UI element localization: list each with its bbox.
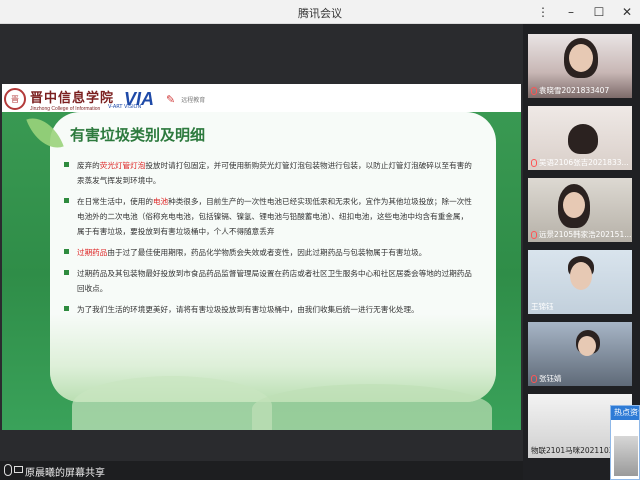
bullet-text-part: 为了我们生活的环境更美好，请将有害垃圾投放到有害垃圾桶中，由我们收集后统一进行无… — [77, 305, 419, 314]
decor-hill — [252, 384, 492, 430]
bullet-highlight: 荧光灯管灯泡 — [99, 161, 146, 170]
bullet-text: 在日常生活中，使用的电池种类很多，目前生产的一次性电池已经实现低汞和无汞化，宜作… — [77, 194, 474, 239]
partner-sub: V-ART VISION — [108, 104, 142, 110]
news-popup[interactable]: 热点资讯 — [610, 405, 640, 480]
mic-muted-icon — [531, 230, 537, 239]
brand-text: 远程教育 — [181, 96, 206, 104]
screen-share-icon — [14, 466, 23, 473]
bullet-text: 为了我们生活的环境更美好，请将有害垃圾投放到有害垃圾桶中，由我们收集后统一进行无… — [77, 302, 419, 317]
participant-video — [578, 336, 596, 356]
title-bar: 腾讯会议 ⋮ – ☐ ✕ — [0, 0, 640, 24]
school-name-en: Jinzhong College of Information — [30, 105, 101, 112]
share-status-bar: 原晨曦的屏幕共享 — [0, 461, 523, 480]
news-popup-image — [614, 436, 638, 476]
participant-name: 袁晓雪2021833407 — [531, 85, 609, 96]
bullet-text: 过期药品由于过了最佳使用期限，药品化学物质会失效或者变性，因此过期药品与包装物属… — [77, 245, 426, 260]
bullet-text-part: 由于过了最佳使用期限，药品化学物质会失效或者变性，因此过期药品与包装物属于有害垃… — [107, 248, 427, 257]
bullet-highlight: 过期药品 — [77, 248, 108, 257]
school-name-cn: 晋中信息学院 — [30, 90, 115, 106]
participant-tile[interactable]: 张钰婧 — [528, 322, 632, 386]
participant-name: 吴语2106张吉2021833... — [531, 157, 629, 168]
brand-mark-icon: ✎ — [166, 92, 176, 106]
participant-name: 张钰婧 — [531, 373, 562, 384]
slide-bullet: 过期药品由于过了最佳使用期限，药品化学物质会失效或者变性，因此过期药品与包装物属… — [64, 245, 474, 260]
meeting-window: 腾讯会议 ⋮ – ☐ ✕ 晋 晋中信息学院 Jinzhong College o… — [0, 0, 640, 480]
participant-video — [569, 44, 593, 72]
bullet-text: 过期药品及其包装物最好投放到市食品药品监督管理局设置在药店或者社区卫生服务中心和… — [77, 266, 474, 296]
school-seal-logo: 晋 — [4, 88, 26, 110]
mic-muted-icon — [531, 86, 537, 95]
participant-tile[interactable]: 远景2105韩家浩202151... — [528, 178, 632, 242]
participant-video — [570, 262, 592, 290]
slide-title: 有害垃圾类别及明细 — [70, 126, 206, 144]
participant-tile[interactable]: 袁晓雪2021833407 — [528, 34, 632, 98]
bullet-text-part: 过期药品及其包装物最好投放到市食品药品监督管理局设置在药店或者社区卫生服务中心和… — [77, 269, 472, 293]
slide-bullet: 过期药品及其包装物最好投放到市食品药品监督管理局设置在药店或者社区卫生服务中心和… — [64, 266, 474, 296]
mic-icon[interactable] — [4, 464, 12, 476]
minimize-icon[interactable]: – — [564, 3, 578, 21]
bullet-square-icon — [64, 198, 69, 203]
bullet-square-icon — [64, 162, 69, 167]
window-controls: ⋮ – ☐ ✕ — [536, 3, 634, 21]
participant-video — [563, 192, 585, 218]
maximize-icon[interactable]: ☐ — [592, 3, 606, 21]
participant-video — [568, 124, 598, 154]
seal-text: 晋 — [11, 94, 19, 104]
slide-bullet: 为了我们生活的环境更美好，请将有害垃圾投放到有害垃圾桶中，由我们收集后统一进行无… — [64, 302, 474, 317]
slide-bullet-list: 废弃的荧光灯管灯泡投放时请打包固定，并可使用新购荧光灯管灯泡包装物进行包装，以防… — [64, 158, 474, 323]
screen-share-area: 晋 晋中信息学院 Jinzhong College of Information… — [0, 24, 523, 461]
slide-bullet: 废弃的荧光灯管灯泡投放时请打包固定，并可使用新购荧光灯管灯泡包装物进行包装，以防… — [64, 158, 474, 188]
decor-hill — [72, 376, 272, 430]
participant-name: 远景2105韩家浩202151... — [531, 229, 631, 240]
bullet-square-icon — [64, 270, 69, 275]
news-popup-header: 热点资讯 — [611, 406, 639, 420]
more-icon[interactable]: ⋮ — [536, 3, 550, 21]
close-icon[interactable]: ✕ — [620, 3, 634, 21]
share-status-label: 原晨曦的屏幕共享 — [25, 468, 105, 479]
mic-muted-icon — [531, 158, 537, 167]
bullet-text-part: 废弃的 — [77, 161, 100, 170]
bullet-text-part: 在日常生活中，使用的 — [77, 197, 153, 206]
participant-tile[interactable]: 王锦钰 — [528, 250, 632, 314]
presentation-slide: 晋 晋中信息学院 Jinzhong College of Information… — [2, 84, 521, 430]
participant-tile[interactable]: 吴语2106张吉2021833... — [528, 106, 632, 170]
mic-muted-icon — [531, 374, 537, 383]
bullet-text: 废弃的荧光灯管灯泡投放时请打包固定，并可使用新购荧光灯管灯泡包装物进行包装，以防… — [77, 158, 474, 188]
slide-logo-group: 晋 晋中信息学院 Jinzhong College of Information… — [4, 86, 205, 112]
school-name: 晋中信息学院 Jinzhong College of Information — [30, 87, 114, 112]
bullet-square-icon — [64, 306, 69, 311]
slide-bullet: 在日常生活中，使用的电池种类很多，目前生产的一次性电池已经实现低汞和无汞化，宜作… — [64, 194, 474, 239]
participant-name: 王锦钰 — [531, 302, 554, 311]
bullet-square-icon — [64, 249, 69, 254]
bullet-highlight: 电池 — [152, 197, 169, 206]
participant-name: 物联2101马咪2021103... — [531, 446, 621, 455]
